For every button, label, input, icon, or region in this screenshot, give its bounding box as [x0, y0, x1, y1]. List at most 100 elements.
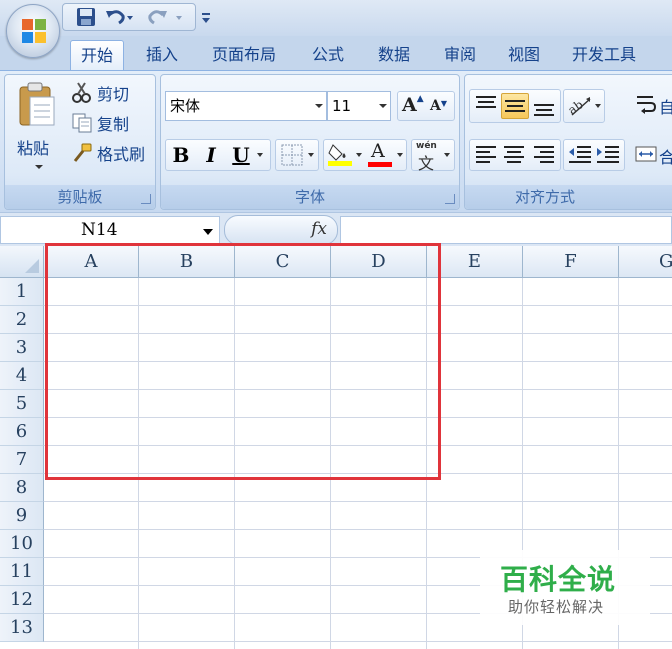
row-header-12[interactable]: 12	[0, 586, 44, 614]
clipboard-launcher-icon[interactable]	[141, 194, 151, 204]
font-name-dropdown[interactable]: 宋体	[165, 91, 327, 121]
font-size-dropdown[interactable]: 11	[327, 91, 391, 121]
format-painter-button[interactable]: 格式刷	[71, 141, 145, 165]
row-header-5[interactable]: 5	[0, 390, 44, 418]
row-header-7[interactable]: 7	[0, 446, 44, 474]
save-icon[interactable]	[74, 6, 98, 28]
tab-page-layout[interactable]: 页面布局	[202, 40, 286, 70]
column-header-e[interactable]: E	[427, 246, 523, 278]
customize-qat-icon[interactable]	[198, 6, 214, 28]
font-color-swatch	[368, 162, 392, 167]
tab-formulas[interactable]: 公式	[302, 40, 354, 70]
watermark-subtitle: 助你轻松解决	[508, 598, 605, 616]
copy-button[interactable]: 复制	[71, 111, 129, 135]
merge-cells-icon	[635, 146, 657, 162]
chevron-down-icon	[444, 153, 450, 157]
chevron-down-icon	[356, 153, 362, 157]
underline-dropdown-icon[interactable]	[257, 153, 263, 157]
insert-function-button[interactable]: fx	[224, 215, 338, 245]
cut-button[interactable]: 剪切	[71, 81, 129, 105]
increase-indent-icon[interactable]	[595, 143, 621, 169]
redo-icon[interactable]	[146, 6, 188, 28]
paste-button[interactable]: 粘贴	[11, 79, 63, 177]
grow-font-icon[interactable]: A▲	[402, 94, 424, 116]
border-button[interactable]	[275, 139, 319, 171]
row-header-13[interactable]: 13	[0, 614, 44, 642]
undo-icon[interactable]	[104, 6, 134, 28]
font-name-value: 宋体	[170, 97, 201, 115]
row-header-4[interactable]: 4	[0, 362, 44, 390]
row-header-11[interactable]: 11	[0, 558, 44, 586]
bold-button[interactable]: B	[169, 141, 193, 169]
merge-center-button[interactable]: 合	[635, 143, 672, 171]
select-all-corner[interactable]	[0, 246, 44, 278]
font-color-button[interactable]: A	[367, 140, 405, 169]
chevron-down-icon	[595, 104, 601, 108]
decrease-indent-icon[interactable]	[567, 143, 593, 169]
text-orientation-icon: ab	[566, 97, 591, 117]
name-box-value: N14	[81, 220, 118, 240]
fill-color-button[interactable]	[327, 141, 363, 169]
row-header-6[interactable]: 6	[0, 418, 44, 446]
italic-button[interactable]: I	[199, 141, 223, 169]
align-left-icon[interactable]	[473, 143, 499, 169]
chevron-down-icon	[308, 153, 314, 157]
row-header-3[interactable]: 3	[0, 334, 44, 362]
scissors-icon	[72, 82, 91, 103]
paste-label: 粘贴	[17, 139, 50, 158]
row-header-2[interactable]: 2	[0, 306, 44, 334]
wrap-text-label: 自	[659, 98, 672, 117]
tab-insert[interactable]: 插入	[136, 40, 188, 70]
highlight-rectangle	[45, 243, 441, 480]
tab-review[interactable]: 审阅	[434, 40, 486, 70]
copy-label: 复制	[97, 115, 130, 134]
column-header-g[interactable]: G	[619, 246, 672, 278]
fill-bucket-icon	[328, 144, 352, 166]
wrap-text-icon	[637, 96, 657, 114]
font-group: 宋体 11 A▲ A▼ B I U A wén 文 字体	[160, 74, 460, 210]
watermark: 百科全说 助你轻松解决	[480, 550, 650, 625]
tab-developer[interactable]: 开发工具	[562, 40, 646, 70]
alignment-group-label: 对齐方式	[465, 185, 672, 209]
clipboard-group: 粘贴 剪切 复制 格式刷 剪贴板	[4, 74, 156, 210]
chevron-down-icon	[397, 153, 403, 157]
tab-data[interactable]: 数据	[368, 40, 420, 70]
shrink-font-icon[interactable]: A▼	[430, 98, 447, 114]
ribbon: 粘贴 剪切 复制 格式刷 剪贴板 宋体 11 A▲ A▼ B I U A wén…	[0, 70, 672, 212]
chevron-down-icon	[379, 104, 387, 108]
row-header-1[interactable]: 1	[0, 278, 44, 306]
row-header-9[interactable]: 9	[0, 502, 44, 530]
orientation-button[interactable]: ab	[563, 89, 605, 123]
paste-dropdown-arrow	[35, 165, 43, 169]
align-top-icon[interactable]	[473, 93, 499, 119]
phonetic-button[interactable]: wén 文	[411, 139, 455, 173]
chevron-down-icon[interactable]	[203, 229, 213, 235]
paste-icon	[19, 82, 55, 126]
align-bottom-icon[interactable]	[531, 93, 557, 119]
font-size-buttons: A▲ A▼	[397, 91, 455, 121]
office-button[interactable]	[6, 4, 60, 58]
align-middle-icon[interactable]	[501, 93, 529, 119]
column-header-f[interactable]: F	[523, 246, 619, 278]
wrap-text-button[interactable]: 自	[635, 93, 672, 121]
clipboard-group-label: 剪贴板	[5, 185, 155, 209]
chevron-down-icon	[315, 104, 323, 108]
name-box[interactable]: N14	[0, 216, 220, 244]
borders-icon	[281, 144, 303, 166]
align-center-icon[interactable]	[501, 143, 527, 169]
font-size-value: 11	[332, 97, 352, 115]
tab-home[interactable]: 开始	[70, 40, 125, 70]
copy-icon	[72, 113, 92, 133]
formula-bar: N14 fx	[0, 212, 672, 246]
office-logo-icon	[22, 19, 46, 43]
align-right-icon[interactable]	[531, 143, 557, 169]
phonetic-char: 文	[418, 154, 435, 173]
row-header-8[interactable]: 8	[0, 474, 44, 502]
tab-view[interactable]: 视图	[498, 40, 550, 70]
underline-button[interactable]: U	[229, 141, 253, 169]
font-launcher-icon[interactable]	[445, 194, 455, 204]
svg-text:ab: ab	[566, 97, 586, 117]
row-header-10[interactable]: 10	[0, 530, 44, 558]
quick-access-toolbar	[0, 0, 672, 36]
formula-input[interactable]	[340, 216, 672, 244]
